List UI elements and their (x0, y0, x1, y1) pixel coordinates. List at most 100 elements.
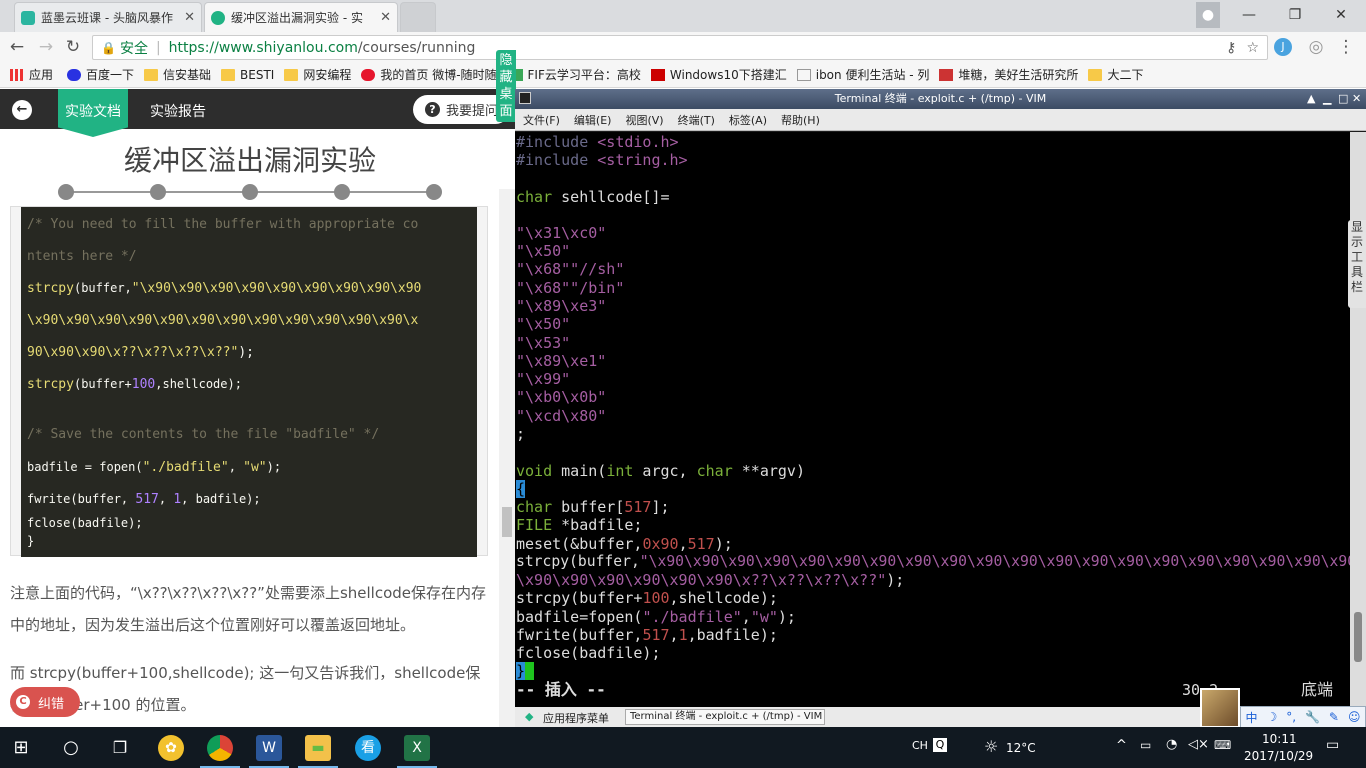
explanation-paragraph: 注意上面的代码，“\x??\x??\x??\x??”处需要添上shellcode… (10, 584, 487, 634)
vim-mode-indicator: -- 插入 -- (516, 680, 606, 699)
shade-icon[interactable]: ▲ (1307, 89, 1315, 109)
close-tab-icon[interactable]: ✕ (180, 10, 195, 25)
folder-icon (284, 68, 299, 81)
browser-tab-lanmo[interactable]: 蓝墨云班课 - 头脑风暴作 ✕ (14, 2, 202, 32)
step-dot[interactable] (242, 184, 258, 200)
task-view-icon[interactable]: ❐ (107, 735, 133, 761)
app-menu-button[interactable]: 应用程序菜单 (543, 710, 609, 726)
chevron-up-icon[interactable]: ^ (1116, 738, 1127, 753)
restore-button[interactable]: ❐ (1272, 2, 1318, 28)
scrollbar-thumb[interactable] (1354, 612, 1362, 662)
code-line: fclose(badfile); (27, 516, 143, 530)
tab-lab-report[interactable]: 实验报告 (150, 101, 206, 121)
ime-chinese-icon[interactable]: 中 (1245, 709, 1257, 726)
url-host: https://www.shiyanlou.com (168, 39, 358, 56)
bookmark-folder-daerxia[interactable]: 大二下 (1088, 66, 1143, 83)
bookmark-ibon[interactable]: ibon 便利生活站 - 列 (796, 66, 929, 83)
smile-icon[interactable]: ☺ (1348, 710, 1361, 724)
page-title: 缓冲区溢出漏洞实验 (123, 144, 376, 177)
menu-view[interactable]: 视图(V) (625, 112, 663, 128)
menu-edit[interactable]: 编辑(E) (574, 112, 612, 128)
weibo-icon (361, 68, 376, 81)
chrome-icon[interactable] (207, 735, 233, 761)
close-tab-icon[interactable]: ✕ (376, 10, 391, 25)
hide-desktop-tab[interactable]: 隐藏桌面 (496, 50, 516, 122)
wrench-icon[interactable]: 🔧 (1305, 710, 1320, 724)
step-dot[interactable] (150, 184, 166, 200)
code-line: strcpy(buffer+100,shellcode); (27, 377, 242, 392)
clock-date[interactable]: 2017/10/29 (1244, 749, 1313, 763)
step-dot[interactable] (334, 184, 350, 200)
skin-icon[interactable]: ✎ (1329, 710, 1339, 724)
volume-mute-icon[interactable]: ◁× (1188, 737, 1209, 752)
minimize-button[interactable]: — (1226, 2, 1272, 28)
step-dot[interactable] (58, 184, 74, 200)
battery-icon[interactable]: ▭ (1140, 738, 1151, 752)
windows-start-icon[interactable]: ⊞ (8, 735, 34, 761)
forward-arrow-icon[interactable]: → (35, 36, 57, 58)
bookmarks-bar: 应用 百度一下 信安基础 BESTI 网安编程 我的首页 微博-随时随 FIF云… (0, 62, 1366, 88)
close-icon[interactable]: ✕ (1352, 89, 1361, 109)
maximize-icon[interactable]: □ (1338, 89, 1348, 109)
weather-temperature[interactable]: 12°C (1006, 741, 1036, 755)
cloud-icon (21, 10, 35, 25)
profile-icon[interactable]: ● (1196, 2, 1220, 28)
notification-icon[interactable]: ▭ (1326, 737, 1339, 753)
keyboard-icon[interactable]: ⌨ (1214, 738, 1231, 752)
browser-tab-shiyanlou[interactable]: 缓冲区溢出漏洞实验 - 实 ✕ (204, 2, 398, 32)
shiyanlou-icon: ◆ (525, 710, 534, 723)
tab-lab-document[interactable]: 实验文档 (58, 89, 128, 137)
report-error-button[interactable]: C 纠错 (10, 687, 80, 717)
vim-line: "\xb0\x0b" (516, 388, 607, 406)
url-path: /courses/running (357, 39, 476, 56)
menu-file[interactable]: 文件(F) (523, 112, 560, 128)
extension-icon[interactable]: ◎ (1305, 36, 1327, 58)
menu-terminal[interactable]: 终端(T) (678, 112, 715, 128)
apps-grid-icon (10, 68, 24, 81)
scrollbar-thumb[interactable] (502, 507, 512, 537)
folder-icon (1088, 68, 1103, 81)
terminal-scrollbar[interactable] (1350, 132, 1366, 707)
address-bar[interactable]: 🔒 安全 | https://www.shiyanlou.com/courses… (92, 35, 1268, 60)
bookmark-apps[interactable]: 应用 (10, 66, 53, 83)
bookmark-folder-besti[interactable]: BESTI (221, 68, 274, 82)
bookmark-folder-wangan[interactable]: 网安编程 (284, 66, 351, 83)
clock-time[interactable]: 10:11 (1262, 732, 1297, 746)
close-window-button[interactable]: ✕ (1318, 2, 1364, 28)
bookmark-fif[interactable]: FIF云学习平台：高校 (506, 66, 641, 83)
menu-dots-icon[interactable]: ⋮ (1335, 36, 1357, 58)
cortana-icon[interactable]: ○ (58, 735, 84, 761)
paint-icon[interactable]: ✿ (158, 735, 184, 761)
bookmark-weibo[interactable]: 我的首页 微博-随时随 (361, 66, 497, 83)
vim-line: fclose(badfile); (516, 644, 661, 662)
extension-translate-icon[interactable]: J (1274, 38, 1292, 56)
moon-icon[interactable]: ☽ (1266, 710, 1277, 724)
new-tab-button[interactable] (400, 2, 436, 32)
menu-help[interactable]: 帮助(H) (781, 112, 820, 128)
bookmark-win10[interactable]: Windows10下搭建汇 (650, 66, 787, 83)
menu-tabs[interactable]: 标签(A) (729, 112, 767, 128)
wifi-icon[interactable]: ◔ (1166, 737, 1177, 752)
bookmark-duitang[interactable]: 堆糖，美好生活研究所 (939, 66, 1078, 83)
input-language[interactable]: CH (912, 739, 928, 752)
back-arrow-icon[interactable]: ← (6, 36, 28, 58)
taskbar-terminal-item[interactable]: Terminal 终端 - exploit.c + (/tmp) - VIM (625, 709, 825, 725)
vim-editor[interactable]: #include <stdio.h> #include <string.h> c… (515, 132, 1350, 707)
excel-icon[interactable]: X (404, 735, 430, 761)
back-circle-icon[interactable]: ← (12, 100, 32, 120)
file-explorer-icon[interactable]: ▬ (305, 735, 331, 761)
vim-line: "\x89\xe3" (516, 297, 607, 315)
step-dot[interactable] (426, 184, 442, 200)
page-scrollbar[interactable] (499, 189, 515, 727)
search-icon[interactable]: Q (933, 738, 947, 752)
bookmark-baidu[interactable]: 百度一下 (67, 66, 134, 83)
key-icon[interactable]: ⚷ (1226, 40, 1236, 56)
reload-icon[interactable]: ↻ (62, 36, 84, 58)
kankan-icon[interactable]: 看 (355, 735, 381, 761)
word-icon[interactable]: W (256, 735, 282, 761)
star-icon[interactable]: ☆ (1246, 40, 1259, 56)
punctuation-icon[interactable]: °, (1286, 710, 1296, 724)
bookmark-folder-xinan[interactable]: 信安基础 (144, 66, 211, 83)
show-toolbar-tab[interactable]: 显示工具栏 (1348, 220, 1366, 308)
minimize-icon[interactable]: ▁ (1323, 89, 1331, 109)
